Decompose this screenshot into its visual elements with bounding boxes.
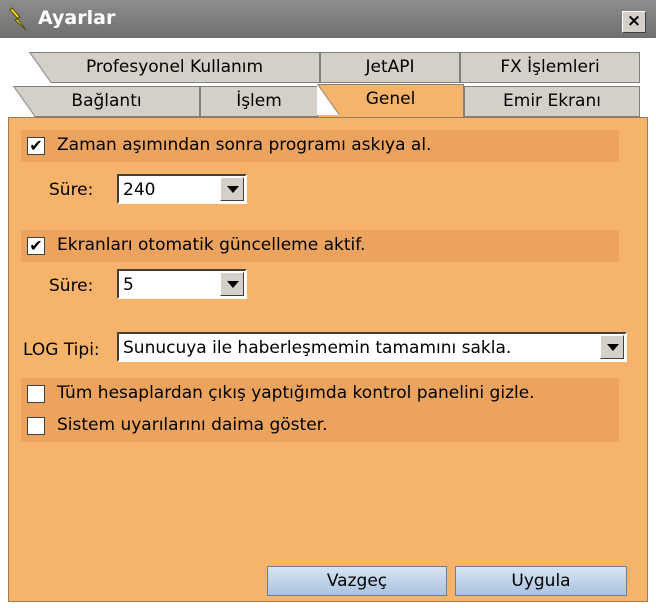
window-title: Ayarlar xyxy=(38,7,116,29)
autorefresh-duration-select[interactable]: 5 xyxy=(117,269,247,299)
log-type-label: LOG Tipi: xyxy=(23,340,100,360)
chevron-down-icon[interactable] xyxy=(600,335,624,359)
settings-dialog: Ayarlar × Profesyonel Kullanım JetAPI FX… xyxy=(0,0,656,608)
tab-islem[interactable]: İşlem xyxy=(200,86,318,117)
close-button[interactable]: × xyxy=(622,11,646,33)
tab-fx-islemleri[interactable]: FX İşlemleri xyxy=(460,52,640,83)
apply-button[interactable]: Uygula xyxy=(455,566,627,596)
tab-strip: Profesyonel Kullanım JetAPI FX İşlemleri… xyxy=(0,38,656,118)
hide-panel-label: Tüm hesaplardan çıkış yaptığımda kontrol… xyxy=(57,383,535,403)
tab-baglanti[interactable]: Bağlantı xyxy=(13,86,200,117)
tab-profesyonel-kullanim[interactable]: Profesyonel Kullanım xyxy=(29,52,320,83)
timeout-duration-label: Süre: xyxy=(49,180,94,200)
system-warnings-label: Sistem uyarılarını daima göster. xyxy=(57,415,328,435)
genel-panel: ✔ Zaman aşımından sonra programı askıya … xyxy=(8,117,648,602)
chevron-down-icon[interactable] xyxy=(220,272,244,296)
log-type-select[interactable]: Sunucuya ile haberleşmemin tamamını sakl… xyxy=(117,332,627,362)
timeout-duration-value: 240 xyxy=(123,180,156,200)
log-type-value: Sunucuya ile haberleşmemin tamamını sakl… xyxy=(123,338,512,358)
timeout-label: Zaman aşımından sonra programı askıya al… xyxy=(57,135,432,155)
lightning-icon xyxy=(9,7,27,31)
autorefresh-checkbox[interactable]: ✔ xyxy=(27,237,45,255)
tab-genel[interactable]: Genel xyxy=(317,84,464,118)
autorefresh-duration-value: 5 xyxy=(123,275,134,295)
title-bar[interactable]: Ayarlar × xyxy=(0,0,656,38)
system-warnings-checkbox[interactable] xyxy=(27,417,45,435)
tab-emir-ekrani[interactable]: Emir Ekranı xyxy=(464,86,640,117)
hide-panel-checkbox[interactable] xyxy=(27,385,45,403)
cancel-button[interactable]: Vazgeç xyxy=(267,566,447,596)
tab-jetapi[interactable]: JetAPI xyxy=(320,52,460,83)
autorefresh-duration-label: Süre: xyxy=(49,276,94,296)
timeout-checkbox[interactable]: ✔ xyxy=(27,137,45,155)
chevron-down-icon[interactable] xyxy=(220,177,244,201)
autorefresh-label: Ekranları otomatik güncelleme aktif. xyxy=(57,235,366,255)
timeout-duration-select[interactable]: 240 xyxy=(117,174,247,204)
